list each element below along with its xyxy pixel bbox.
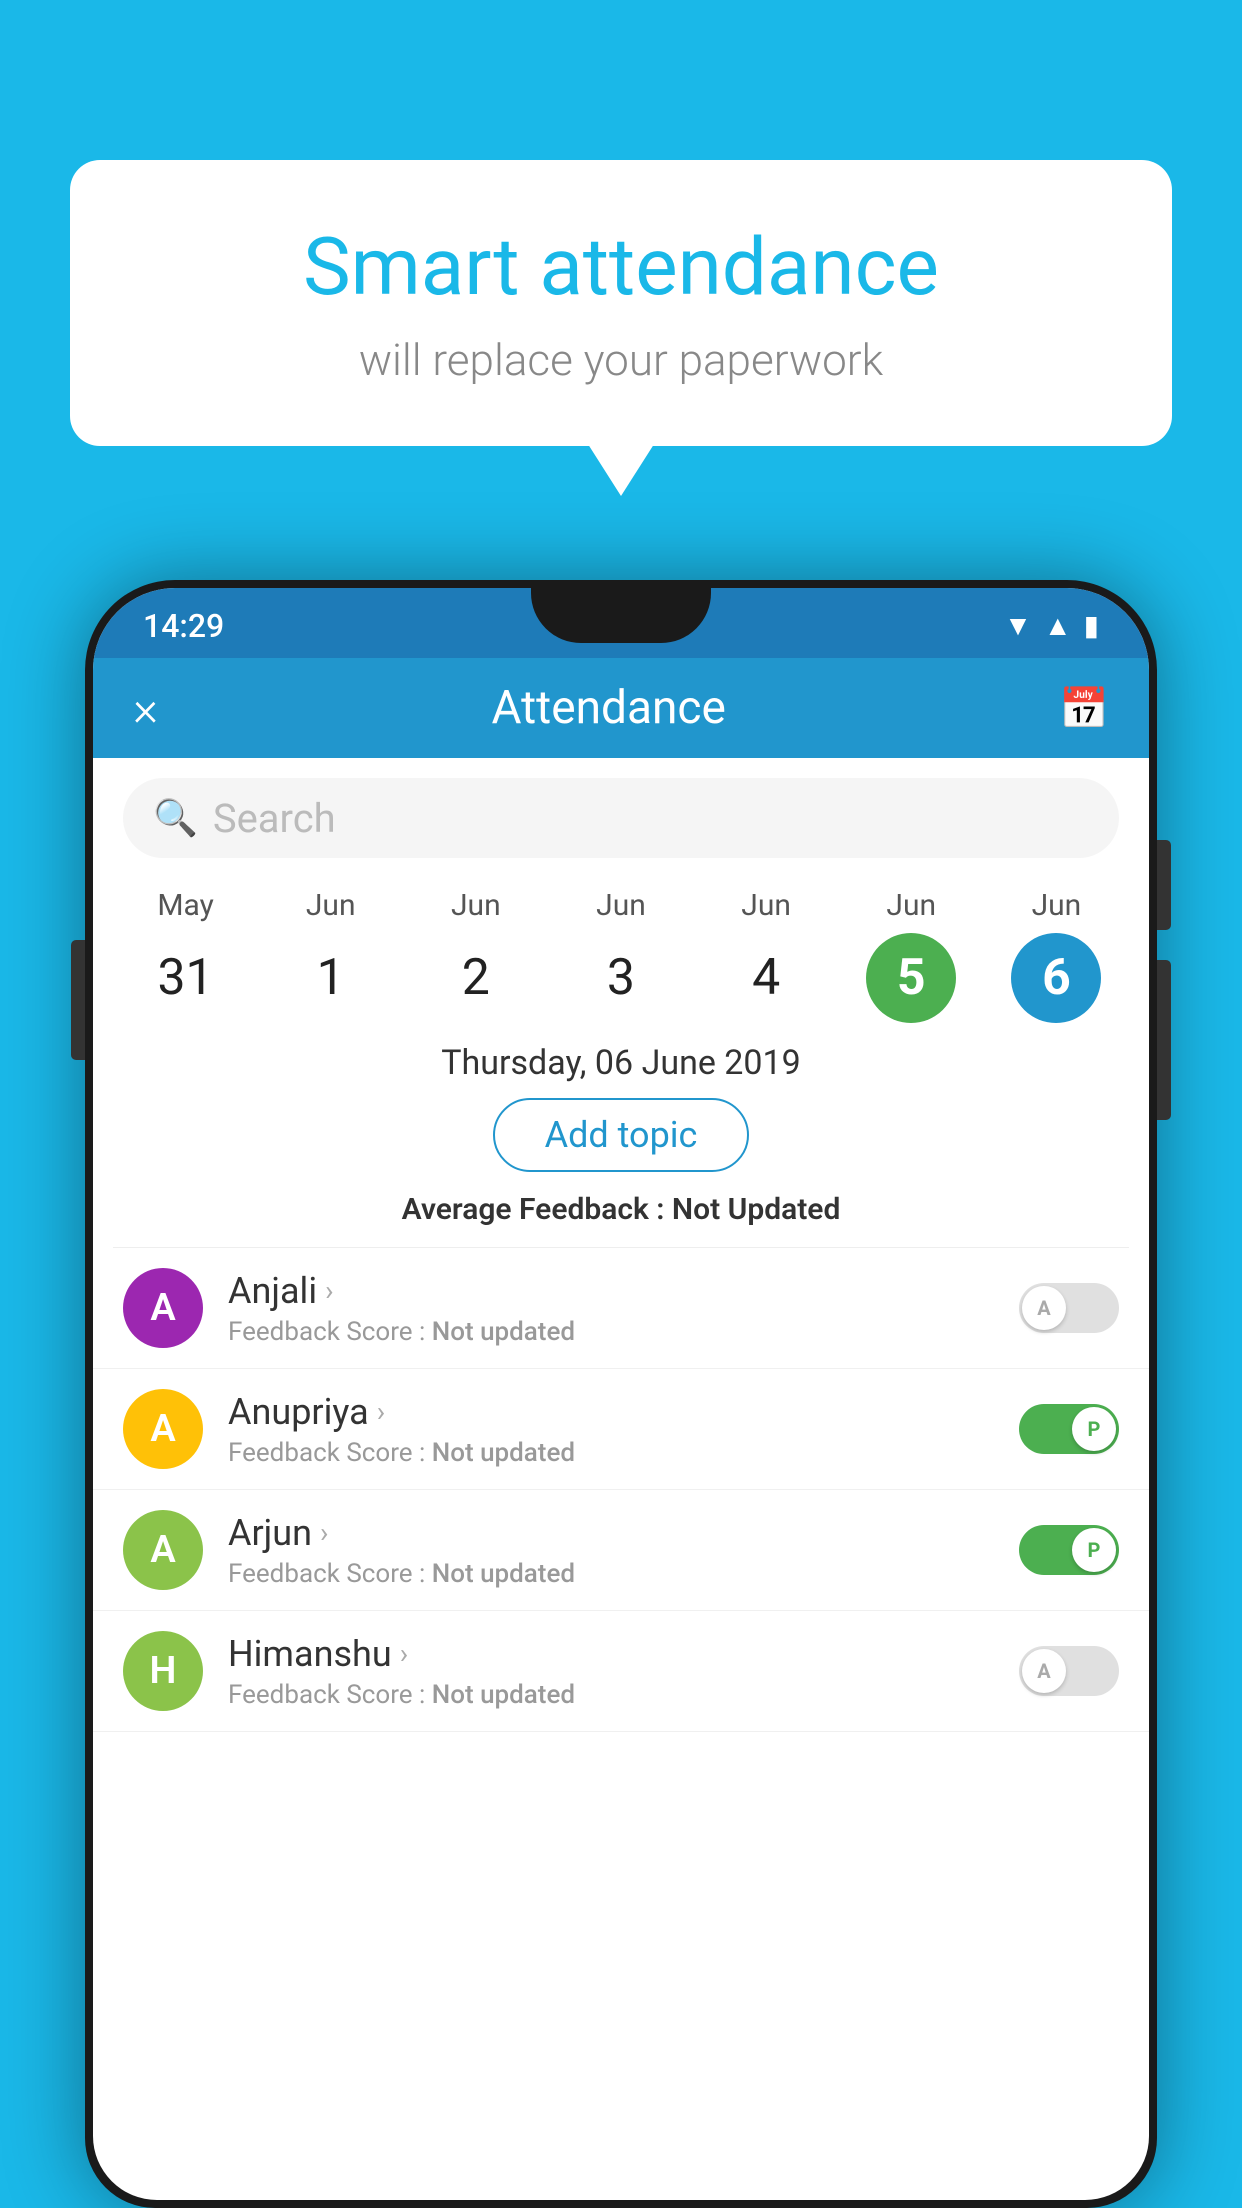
toggle-thumb: P	[1072, 1407, 1116, 1451]
battery-icon: ▮	[1084, 609, 1099, 642]
student-item[interactable]: A Anupriya › Feedback Score : Not updated P	[93, 1369, 1149, 1490]
date-month: Jun	[1032, 888, 1082, 923]
toggle-on[interactable]: P	[1019, 1525, 1119, 1575]
close-button[interactable]: ×	[133, 680, 158, 737]
volume-button-right	[1157, 960, 1171, 1120]
toggle-thumb: A	[1022, 1286, 1066, 1330]
date-month: Jun	[451, 888, 501, 923]
student-name: Anupriya ›	[228, 1391, 1019, 1433]
student-info: Anjali › Feedback Score : Not updated	[228, 1270, 1019, 1347]
date-cell[interactable]: Jun 3	[576, 888, 666, 1023]
calendar-icon[interactable]: 📅	[1059, 685, 1109, 732]
toggle-thumb: A	[1022, 1649, 1066, 1693]
attendance-toggle[interactable]: P	[1019, 1525, 1119, 1575]
student-feedback: Feedback Score : Not updated	[228, 1317, 1019, 1347]
date-month: Jun	[596, 888, 646, 923]
student-avatar: H	[123, 1631, 203, 1711]
status-icons: ▼ ▲ ▮	[1004, 609, 1099, 642]
date-number: 5	[866, 933, 956, 1023]
toggle-on[interactable]: P	[1019, 1404, 1119, 1454]
date-number: 2	[431, 933, 521, 1023]
date-cell[interactable]: May 31	[141, 888, 231, 1023]
date-cell[interactable]: Jun 4	[721, 888, 811, 1023]
bubble-subtitle: will replace your paperwork	[150, 334, 1092, 386]
date-month: Jun	[306, 888, 356, 923]
attendance-toggle[interactable]: P	[1019, 1404, 1119, 1454]
date-number: 31	[141, 933, 231, 1023]
date-number: 1	[286, 933, 376, 1023]
student-item[interactable]: AAnjali ›Feedback Score : Not updatedA	[93, 1248, 1149, 1369]
student-feedback: Feedback Score : Not updated	[228, 1680, 1019, 1710]
student-name: Anjali ›	[228, 1270, 1019, 1312]
bubble-title: Smart attendance	[150, 220, 1092, 314]
date-cell[interactable]: Jun 1	[286, 888, 376, 1023]
toggle-off[interactable]: A	[1019, 1283, 1119, 1333]
volume-button	[71, 940, 85, 1060]
date-month: Jun	[741, 888, 791, 923]
search-placeholder: Search	[213, 795, 336, 842]
date-number: 4	[721, 933, 811, 1023]
student-avatar: A	[123, 1510, 203, 1590]
student-info: Anupriya › Feedback Score : Not updated	[228, 1391, 1019, 1468]
date-cell[interactable]: Jun 5	[866, 888, 956, 1023]
status-time: 14:29	[143, 607, 224, 645]
student-item[interactable]: H Himanshu › Feedback Score : Not updatedA	[93, 1611, 1149, 1732]
date-number: 6	[1011, 933, 1101, 1023]
date-month: May	[157, 888, 213, 923]
date-row: May 31 Jun 1 Jun 2 Jun 3 Jun 4 Jun 5 Jun 6	[93, 878, 1149, 1023]
student-name: Arjun ›	[228, 1512, 1019, 1554]
speech-bubble: Smart attendance will replace your paper…	[70, 160, 1172, 446]
signal-icon: ▲	[1044, 609, 1072, 642]
student-avatar: A	[123, 1268, 203, 1348]
avg-feedback-value: Not Updated	[672, 1192, 840, 1227]
student-feedback: Feedback Score : Not updated	[228, 1559, 1019, 1589]
date-cell[interactable]: Jun 2	[431, 888, 521, 1023]
student-item[interactable]: A Arjun › Feedback Score : Not updated P	[93, 1490, 1149, 1611]
student-info: Arjun › Feedback Score : Not updated	[228, 1512, 1019, 1589]
selected-date-label: Thursday, 06 June 2019	[93, 1043, 1149, 1083]
attendance-toggle[interactable]: A	[1019, 1283, 1119, 1333]
student-list: AAnjali ›Feedback Score : Not updatedAAA…	[93, 1248, 1149, 1732]
phone-notch	[531, 588, 711, 643]
phone-screen: 14:29 ▼ ▲ ▮ × Attendance 📅 🔍 Search May 3…	[93, 588, 1149, 2200]
avg-feedback-label: Average Feedback :	[402, 1192, 665, 1227]
date-number: 3	[576, 933, 666, 1023]
student-feedback: Feedback Score : Not updated	[228, 1438, 1019, 1468]
add-topic-button[interactable]: Add topic	[493, 1098, 750, 1172]
power-button	[1157, 840, 1171, 930]
avg-feedback: Average Feedback : Not Updated	[93, 1192, 1149, 1227]
student-name: Himanshu ›	[228, 1633, 1019, 1675]
wifi-icon: ▼	[1004, 609, 1032, 642]
attendance-toggle[interactable]: A	[1019, 1646, 1119, 1696]
header-title: Attendance	[491, 681, 725, 735]
date-month: Jun	[886, 888, 936, 923]
date-cell[interactable]: Jun 6	[1011, 888, 1101, 1023]
toggle-off[interactable]: A	[1019, 1646, 1119, 1696]
phone-frame: 14:29 ▼ ▲ ▮ × Attendance 📅 🔍 Search May 3…	[85, 580, 1157, 2208]
student-avatar: A	[123, 1389, 203, 1469]
search-bar[interactable]: 🔍 Search	[123, 778, 1119, 858]
toggle-thumb: P	[1072, 1528, 1116, 1572]
search-icon: 🔍	[153, 797, 198, 839]
student-info: Himanshu › Feedback Score : Not updated	[228, 1633, 1019, 1710]
promo-section: Smart attendance will replace your paper…	[70, 160, 1172, 446]
app-header: × Attendance 📅	[93, 658, 1149, 758]
